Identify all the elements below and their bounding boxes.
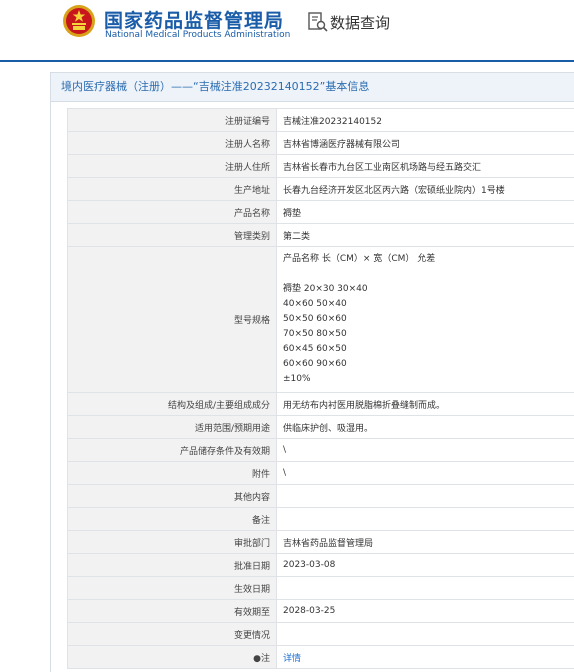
table-row: 结构及组成/主要组成成分用无纺布内衬医用脱脂棉折叠缝制而成。: [68, 393, 574, 416]
spec-line: 产品名称 长（CM）× 宽（CM） 允差: [283, 252, 570, 267]
row-label: 变更情况: [68, 623, 277, 646]
spec-line: 60×60 90×60: [283, 357, 570, 372]
table-row: 备注: [68, 508, 574, 531]
row-label: 注册人住所: [68, 155, 277, 178]
row-label: 其他内容: [68, 485, 277, 508]
row-label: ●注: [68, 646, 277, 669]
row-label: 管理类别: [68, 224, 277, 247]
spec-line: [283, 267, 570, 282]
table-row: 有效期至2028-03-25: [68, 600, 574, 623]
row-label: 批准日期: [68, 554, 277, 577]
header-divider: [0, 60, 574, 62]
row-label: 适用范围/预期用途: [68, 416, 277, 439]
spec-line: ±10%: [283, 372, 570, 387]
site-subtitle: National Medical Products Administration: [105, 30, 290, 40]
row-value: 吉林省长春市九台区工业南区机场路与经五路交汇: [277, 155, 574, 178]
row-value: [277, 623, 574, 646]
spec-line: 60×45 60×50: [283, 342, 570, 357]
table-row: 变更情况: [68, 623, 574, 646]
site-header: 国家药品监督管理局 National Medical Products Admi…: [0, 0, 574, 58]
row-label: 生效日期: [68, 577, 277, 600]
row-value: \: [277, 439, 574, 462]
row-label: 备注: [68, 508, 277, 531]
row-value: [277, 485, 574, 508]
panel-title-bar: 境内医疗器械（注册）——“吉械注准20232140152”基本信息: [51, 73, 574, 102]
row-label: 审批部门: [68, 531, 277, 554]
row-label: 有效期至: [68, 600, 277, 623]
row-value: [277, 577, 574, 600]
row-value: 用无纺布内衬医用脱脂棉折叠缝制而成。: [277, 393, 574, 416]
panel-title: 境内医疗器械（注册）——“吉械注准20232140152”基本信息: [51, 73, 574, 101]
row-value: 吉林省药品监督管理局: [277, 531, 574, 554]
row-label: 生产地址: [68, 178, 277, 201]
table-row: 审批部门吉林省药品监督管理局: [68, 531, 574, 554]
row-value: 供临床护创、吸湿用。: [277, 416, 574, 439]
spec-line: 70×50 80×50: [283, 327, 570, 342]
table-row: 注册人名称吉林省博涵医疗器械有限公司: [68, 132, 574, 155]
spec-line: 40×60 50×40: [283, 297, 570, 312]
table-row: 管理类别第二类: [68, 224, 574, 247]
spec-line: 褥垫 20×30 30×40: [283, 282, 570, 297]
table-row: 适用范围/预期用途供临床护创、吸湿用。: [68, 416, 574, 439]
table-row: 生产地址长春九台经济开发区北区丙六路（宏硕纸业院内）1号楼: [68, 178, 574, 201]
row-label: 型号规格: [68, 247, 277, 393]
row-value: 吉械注准20232140152: [277, 109, 574, 132]
table-row: ●注详情: [68, 646, 574, 669]
spec-line: 50×50 60×60: [283, 312, 570, 327]
national-emblem-icon: [62, 4, 96, 38]
table-row: 注册人住所吉林省长春市九台区工业南区机场路与经五路交汇: [68, 155, 574, 178]
row-value: 详情: [277, 646, 574, 669]
row-label: 注册人名称: [68, 132, 277, 155]
info-table: 注册证编号吉械注准20232140152注册人名称吉林省博涵医疗器械有限公司注册…: [67, 108, 574, 669]
row-value: 2028-03-25: [277, 600, 574, 623]
table-row: 其他内容: [68, 485, 574, 508]
row-label: 注册证编号: [68, 109, 277, 132]
data-query-label: 数据查询: [330, 12, 390, 33]
row-label: 结构及组成/主要组成成分: [68, 393, 277, 416]
row-value: 2023-03-08: [277, 554, 574, 577]
row-value: 第二类: [277, 224, 574, 247]
table-row: 产品名称褥垫: [68, 201, 574, 224]
table-row: 生效日期: [68, 577, 574, 600]
table-row: 附件\: [68, 462, 574, 485]
site-title: 国家药品监督管理局: [104, 6, 284, 33]
table-row: 产品储存条件及有效期\: [68, 439, 574, 462]
info-panel: 境内医疗器械（注册）——“吉械注准20232140152”基本信息 注册证编号吉…: [50, 72, 574, 672]
row-value: 褥垫: [277, 201, 574, 224]
row-value: 吉林省博涵医疗器械有限公司: [277, 132, 574, 155]
table-row: 批准日期2023-03-08: [68, 554, 574, 577]
document-search-icon: [308, 11, 328, 33]
table-row: 型号规格产品名称 长（CM）× 宽（CM） 允差 褥垫 20×30 30×404…: [68, 247, 574, 393]
row-label: 产品名称: [68, 201, 277, 224]
row-value-spec: 产品名称 长（CM）× 宽（CM） 允差 褥垫 20×30 30×4040×60…: [277, 247, 574, 393]
row-value: \: [277, 462, 574, 485]
details-link[interactable]: 详情: [283, 654, 301, 664]
row-value: 长春九台经济开发区北区丙六路（宏硕纸业院内）1号楼: [277, 178, 574, 201]
row-value: [277, 508, 574, 531]
row-label: 产品储存条件及有效期: [68, 439, 277, 462]
row-label: 附件: [68, 462, 277, 485]
table-row: 注册证编号吉械注准20232140152: [68, 109, 574, 132]
